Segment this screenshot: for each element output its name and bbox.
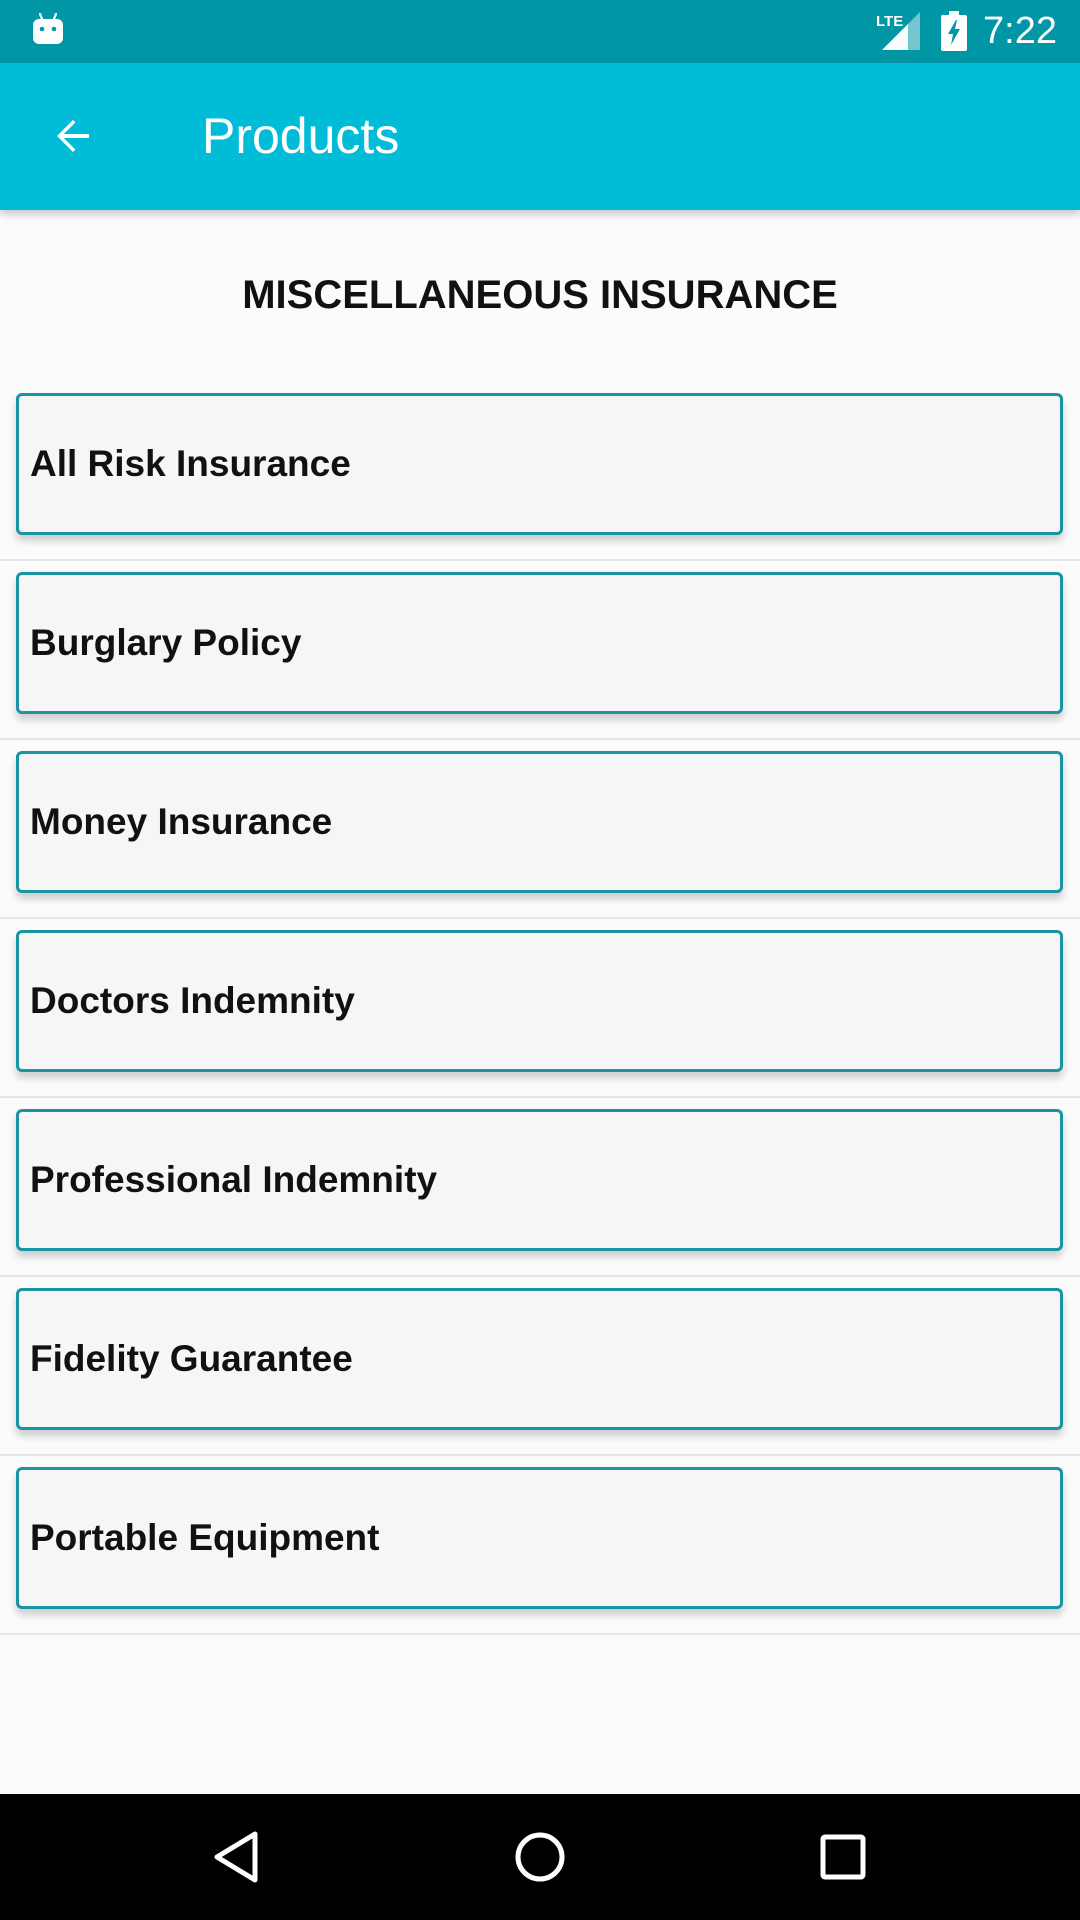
- product-card-doctors-indemnity[interactable]: Doctors Indemnity: [16, 930, 1063, 1072]
- product-list: All Risk Insurance Burglary Policy Money…: [0, 382, 1080, 1635]
- product-card-all-risk-insurance[interactable]: All Risk Insurance: [16, 393, 1063, 535]
- back-button[interactable]: [36, 99, 110, 173]
- arrow-back-icon: [57, 120, 89, 152]
- battery-charging-icon: [941, 11, 967, 51]
- product-label: Burglary Policy: [30, 622, 302, 663]
- list-item: Professional Indemnity: [0, 1098, 1080, 1277]
- android-icon: [33, 12, 63, 44]
- lte-label: LTE: [876, 13, 903, 30]
- content-area: MISCELLANEOUS INSURANCE All Risk Insuran…: [0, 210, 1080, 1794]
- status-bar: LTE 7:22: [0, 0, 1080, 63]
- list-item: Fidelity Guarantee: [0, 1277, 1080, 1456]
- product-label: Professional Indemnity: [30, 1159, 438, 1200]
- list-item: Burglary Policy: [0, 561, 1080, 740]
- product-label: Doctors Indemnity: [30, 980, 355, 1021]
- product-label: All Risk Insurance: [30, 443, 351, 484]
- product-card-burglary-policy[interactable]: Burglary Policy: [16, 572, 1063, 714]
- product-card-fidelity-guarantee[interactable]: Fidelity Guarantee: [16, 1288, 1063, 1430]
- recents-square-icon: [820, 1834, 866, 1880]
- home-circle-icon: [515, 1832, 565, 1882]
- page-title: Products: [202, 108, 400, 164]
- list-item: Doctors Indemnity: [0, 919, 1080, 1098]
- nav-recents-button[interactable]: [803, 1817, 883, 1897]
- list-item: All Risk Insurance: [0, 382, 1080, 561]
- product-label: Portable Equipment: [30, 1517, 380, 1558]
- navigation-bar: [0, 1794, 1080, 1920]
- lte-signal-icon: LTE: [876, 12, 920, 50]
- product-label: Money Insurance: [30, 801, 333, 842]
- section-title: MISCELLANEOUS INSURANCE: [242, 273, 838, 317]
- product-label: Fidelity Guarantee: [30, 1338, 353, 1379]
- product-card-money-insurance[interactable]: Money Insurance: [16, 751, 1063, 893]
- product-card-professional-indemnity[interactable]: Professional Indemnity: [16, 1109, 1063, 1251]
- app-bar: Products: [0, 63, 1080, 210]
- nav-home-button[interactable]: [500, 1817, 580, 1897]
- status-clock: 7:22: [983, 10, 1057, 52]
- nav-back-button[interactable]: [196, 1817, 276, 1897]
- list-item: Money Insurance: [0, 740, 1080, 919]
- product-card-portable-equipment[interactable]: Portable Equipment: [16, 1467, 1063, 1609]
- back-triangle-icon: [214, 1831, 258, 1883]
- list-item: Portable Equipment: [0, 1456, 1080, 1635]
